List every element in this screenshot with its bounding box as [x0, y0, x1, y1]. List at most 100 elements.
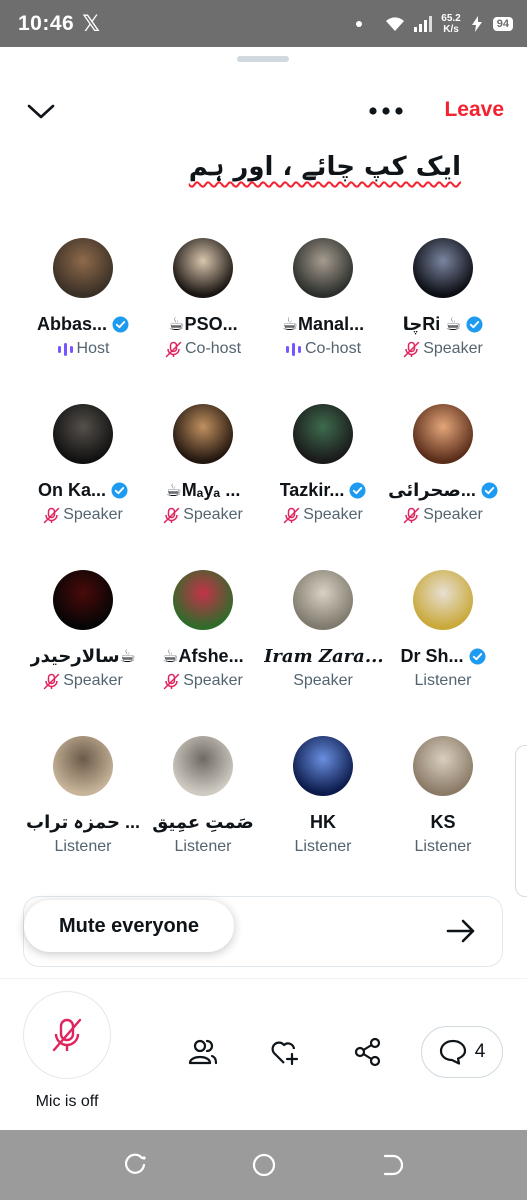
participant[interactable]: Iram Zara... Speaker: [263, 570, 383, 736]
charging-icon: [471, 15, 482, 32]
participant-avatar: [413, 570, 473, 630]
mute-everyone-button[interactable]: Mute everyone: [24, 900, 234, 952]
participant-role-row: Listener: [415, 672, 472, 690]
participant-name: چاRi ☕: [402, 314, 462, 334]
participant[interactable]: Dr Sh... Listener: [383, 570, 503, 736]
verified-badge-icon: [349, 482, 366, 499]
participant[interactable]: سالارحیدر☕ Speaker: [23, 570, 143, 736]
participant-name: صحرائی...: [388, 480, 476, 500]
back-icon[interactable]: [379, 1152, 405, 1178]
participant-role: Listener: [294, 838, 352, 855]
participant-role: Speaker: [303, 506, 363, 523]
arrow-right-icon[interactable]: [446, 918, 476, 944]
participant-name: ☕Manal...: [281, 314, 365, 334]
participant-name: On Ka...: [37, 480, 106, 500]
participant[interactable]: صحرائی... Speaker: [383, 404, 503, 570]
participant-role-row: Co-host: [165, 340, 241, 358]
space-title: ایک کپ چائے ، اور ہم: [188, 152, 461, 182]
people-icon[interactable]: [188, 1037, 218, 1067]
participant[interactable]: صَمتِ عمِیق Listener: [143, 736, 263, 902]
mic-off-icon: [163, 673, 180, 689]
side-panel-tab[interactable]: [515, 745, 527, 897]
system-nav-bar: [0, 1130, 527, 1200]
participant-role-row: Listener: [55, 838, 112, 856]
participant-avatar: [293, 570, 353, 630]
participant-avatar: [53, 736, 113, 796]
participant[interactable]: ☕PSO... Co-host: [143, 238, 263, 404]
participant-avatar: [53, 404, 113, 464]
participant-name: ☕PSO...: [168, 314, 238, 334]
network-speed-value: 65.2: [441, 12, 461, 24]
more-options-icon[interactable]: [366, 96, 406, 126]
status-right: 65.2 K/s 94: [356, 13, 513, 35]
participant-role-row: Co-host: [285, 340, 361, 358]
sheet-grab-handle[interactable]: [237, 56, 289, 62]
participant[interactable]: On Ka... Speaker: [23, 404, 143, 570]
participant[interactable]: Tazkir... Speaker: [263, 404, 383, 570]
mic-off-icon: [52, 1018, 82, 1052]
participant-role-row: Host: [57, 340, 110, 358]
participant[interactable]: ☕Mₐyₐ ... Speaker: [143, 404, 263, 570]
participant-role-row: Speaker: [163, 672, 243, 690]
participant-name-row: On Ka...: [38, 480, 128, 501]
wifi-icon: [386, 16, 405, 31]
participant-name: حمزہ تراب ...: [25, 812, 140, 832]
participant-avatar: [293, 736, 353, 796]
participant-role: Host: [76, 340, 110, 357]
chevron-down-icon[interactable]: [26, 96, 56, 126]
heart-plus-icon[interactable]: [270, 1037, 300, 1067]
participant[interactable]: حمزہ تراب ... Listener: [23, 736, 143, 902]
participant[interactable]: چاRi ☕ Speaker: [383, 238, 503, 404]
participant-role: Listener: [54, 838, 112, 855]
participant-name: Dr Sh...: [400, 646, 464, 666]
participant-name-row: HK: [310, 812, 336, 833]
x-logo-icon: 𝕏: [82, 10, 100, 36]
participant[interactable]: KS Listener: [383, 736, 503, 902]
participant-role-row: Speaker: [403, 340, 483, 358]
participant-name-row: صحرائی...: [388, 480, 498, 501]
share-icon[interactable]: [353, 1037, 383, 1067]
notification-dot-icon: [356, 20, 363, 27]
mic-toggle-button[interactable]: [23, 991, 111, 1079]
participant-name: KS: [430, 812, 456, 832]
participant-avatar: [413, 736, 473, 796]
divider: [0, 978, 527, 979]
participant-role: Co-host: [184, 340, 242, 357]
participant-role: Listener: [414, 672, 472, 689]
participant-role-row: Speaker: [293, 672, 353, 690]
mic-off-icon: [165, 341, 182, 357]
participant[interactable]: ☕Manal... Co-host: [263, 238, 383, 404]
participant-role: Listener: [174, 838, 232, 855]
participant-name-row: Iram Zara...: [264, 646, 382, 667]
participant-name: ☕Mₐyₐ ...: [165, 480, 241, 500]
participant-name: سالارحیدر☕: [30, 646, 136, 666]
participant-avatar: [413, 238, 473, 298]
participant-avatar: [53, 238, 113, 298]
leave-button[interactable]: Leave: [444, 98, 504, 122]
participant[interactable]: Abbas... Host: [23, 238, 143, 404]
participant-role-row: Listener: [415, 838, 472, 856]
participant-name-row: ☕Manal...: [282, 314, 364, 335]
participant[interactable]: HK Listener: [263, 736, 383, 902]
mic-off-icon: [163, 507, 180, 523]
participant-name: Tazkir...: [279, 480, 345, 500]
participant-avatar: [293, 238, 353, 298]
comments-button[interactable]: 4: [421, 1026, 503, 1078]
mic-off-icon: [43, 507, 60, 523]
participant-name-row: چاRi ☕: [403, 314, 484, 335]
participant-role-row: Speaker: [163, 506, 243, 524]
verified-badge-icon: [466, 316, 483, 333]
home-icon[interactable]: [251, 1152, 277, 1178]
speaking-bars-icon: [57, 342, 73, 356]
verified-badge-icon: [112, 316, 129, 333]
verified-badge-icon: [469, 648, 485, 665]
recent-apps-icon[interactable]: [122, 1152, 148, 1178]
participant-role: Speaker: [183, 672, 243, 689]
speaking-bars-icon: [285, 342, 301, 356]
participant-avatar: [53, 570, 113, 630]
participant-role: Speaker: [63, 672, 123, 689]
status-bar: 10:46 𝕏 65.2 K/s 94: [0, 0, 527, 47]
participant-role: Speaker: [423, 506, 483, 523]
participant[interactable]: ☕Afshe... Speaker: [143, 570, 263, 736]
participant-grid: Abbas... Host ☕PSO... Co-host ☕Manal... Co-ho…: [23, 238, 503, 902]
